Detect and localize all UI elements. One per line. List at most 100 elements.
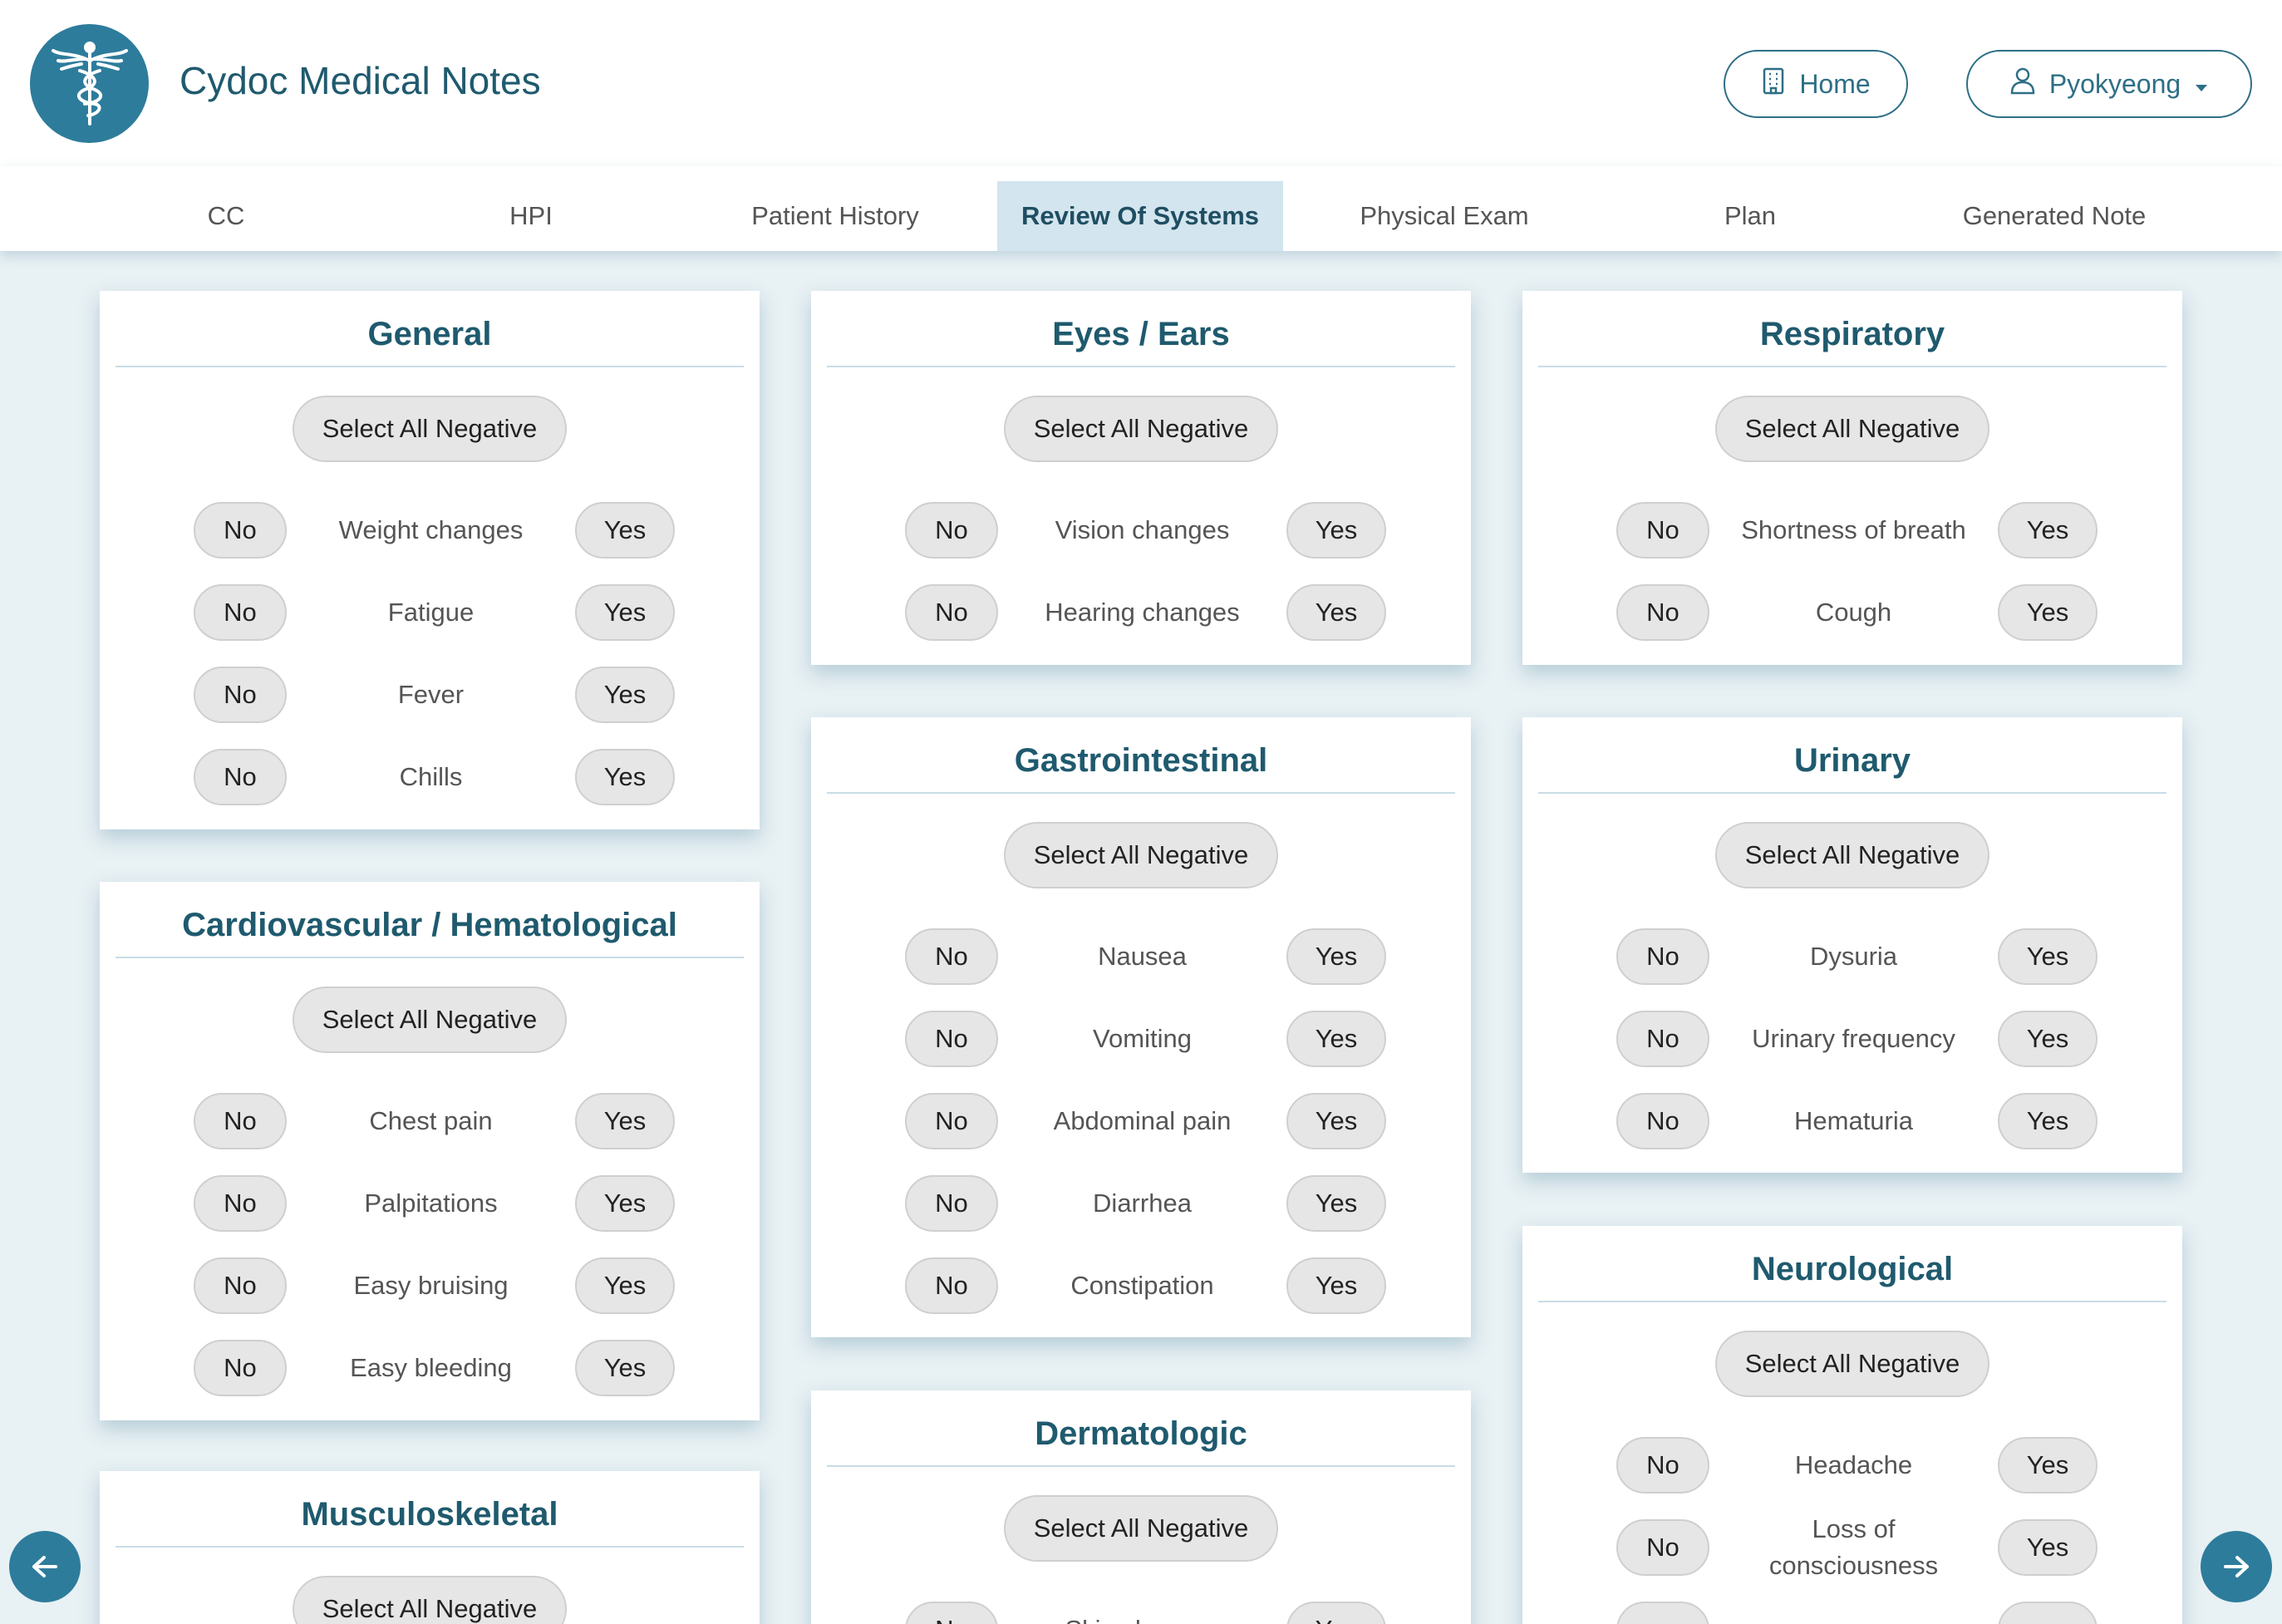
symptom-label: Nausea xyxy=(1098,942,1187,971)
symptom-label: Easy bleeding xyxy=(350,1353,512,1382)
tab-physical-exam[interactable]: Physical Exam xyxy=(1283,181,1606,251)
yes-button[interactable]: Yes xyxy=(1286,1602,1386,1624)
no-button[interactable]: No xyxy=(194,502,287,559)
arrow-left-icon[interactable] xyxy=(9,1531,81,1602)
tab-cc[interactable]: CC xyxy=(0,181,452,251)
home-button[interactable]: Home xyxy=(1724,50,1908,118)
no-button[interactable]: No xyxy=(1616,584,1709,641)
ros-card-musculoskeletal: Musculoskeletal Select All Negative xyxy=(100,1471,760,1624)
no-button[interactable]: No xyxy=(905,1093,998,1149)
select-all-negative-button[interactable]: Select All Negative xyxy=(1004,1495,1278,1562)
yes-button[interactable]: Yes xyxy=(1286,1175,1386,1232)
no-button[interactable]: No xyxy=(194,1340,287,1396)
yes-button[interactable]: Yes xyxy=(575,1175,675,1232)
tab-hpi[interactable]: HPI xyxy=(452,181,610,251)
tab-generated-note[interactable]: Generated Note xyxy=(1895,181,2214,251)
symptom-row: No Nausea Yes xyxy=(811,928,1471,985)
symptom-label: Fatigue xyxy=(387,598,475,627)
app-title: Cydoc Medical Notes xyxy=(180,59,541,102)
no-button[interactable]: No xyxy=(905,1011,998,1067)
ros-card-cardiovascular: Cardiovascular / Hematological Select Al… xyxy=(100,882,760,1420)
yes-button[interactable]: Yes xyxy=(1286,1011,1386,1067)
no-button[interactable]: No xyxy=(905,928,998,985)
yes-button[interactable]: Yes xyxy=(575,749,675,805)
no-button[interactable]: No xyxy=(1616,1093,1709,1149)
yes-button[interactable]: Yes xyxy=(1998,502,2098,559)
yes-button[interactable]: Yes xyxy=(1286,1257,1386,1314)
yes-button[interactable]: Yes xyxy=(575,1340,675,1396)
app-header: Cydoc Medical Notes Home Pyokyeong xyxy=(0,0,2282,166)
symptom-label: Chills xyxy=(399,762,463,791)
no-button[interactable]: No xyxy=(1616,1519,1709,1576)
no-button[interactable]: No xyxy=(194,749,287,805)
no-button[interactable]: No xyxy=(194,1175,287,1232)
card-title: Dermatologic xyxy=(827,1390,1455,1467)
ros-card-general: General Select All Negative No Weight ch… xyxy=(100,291,760,829)
no-button[interactable]: No xyxy=(1616,1011,1709,1067)
card-title: Gastrointestinal xyxy=(827,717,1455,794)
symptom-label: Dysuria xyxy=(1809,942,1898,971)
building-icon xyxy=(1761,66,1786,101)
symptom-row: No Fever Yes xyxy=(100,667,760,723)
symptom-row: No Fatigue Yes xyxy=(100,584,760,641)
symptom-row: No Loss of consciousness Yes xyxy=(1522,1514,2182,1580)
select-all-negative-button[interactable]: Select All Negative xyxy=(1715,822,1989,888)
yes-button[interactable]: Yes xyxy=(1286,584,1386,641)
yes-button[interactable]: Yes xyxy=(1998,584,2098,641)
symptom-label: Skin changes xyxy=(998,1602,1286,1624)
select-all-negative-button[interactable]: Select All Negative xyxy=(1004,396,1278,462)
caduceus-icon xyxy=(30,24,149,143)
symptom-label: Hematuria xyxy=(1794,1106,1913,1135)
symptom-row: No Headache Yes xyxy=(1522,1437,2182,1494)
yes-button[interactable]: Yes xyxy=(1998,1011,2098,1067)
tab-plan[interactable]: Plan xyxy=(1606,181,1895,251)
card-title: Urinary xyxy=(1538,717,2166,794)
tab-patient-history[interactable]: Patient History xyxy=(688,181,982,251)
yes-button[interactable]: Yes xyxy=(575,584,675,641)
yes-button[interactable]: Yes xyxy=(575,667,675,723)
yes-button[interactable]: Yes xyxy=(575,502,675,559)
symptom-row: No Urinary frequency Yes xyxy=(1522,1011,2182,1067)
select-all-negative-button[interactable]: Select All Negative xyxy=(1004,822,1278,888)
no-button[interactable]: No xyxy=(905,1602,998,1624)
card-title: Cardiovascular / Hematological xyxy=(116,882,744,958)
no-button[interactable]: No xyxy=(1616,502,1709,559)
yes-button[interactable]: Yes xyxy=(575,1093,675,1149)
no-button[interactable]: No xyxy=(194,667,287,723)
symptom-label: Constipation xyxy=(1070,1271,1214,1300)
yes-button[interactable]: Yes xyxy=(1998,1093,2098,1149)
symptom-row: No Vomiting Yes xyxy=(811,1011,1471,1067)
yes-button[interactable]: Yes xyxy=(1998,928,2098,985)
tab-review-of-systems[interactable]: Review Of Systems xyxy=(997,181,1283,251)
select-all-negative-button[interactable]: Select All Negative xyxy=(293,1576,567,1624)
symptom-row: No Easy bruising Yes xyxy=(100,1257,760,1314)
yes-button[interactable]: Yes xyxy=(1286,502,1386,559)
no-button[interactable]: No xyxy=(905,1257,998,1314)
no-button[interactable]: No xyxy=(905,502,998,559)
no-button[interactable]: No xyxy=(905,584,998,641)
select-all-negative-button[interactable]: Select All Negative xyxy=(1715,1331,1989,1397)
no-button[interactable]: No xyxy=(1616,928,1709,985)
no-button[interactable]: No xyxy=(905,1175,998,1232)
symptom-label: Abdominal pain xyxy=(1053,1106,1232,1135)
symptom-label: Headache xyxy=(1794,1450,1913,1479)
yes-button[interactable]: Yes xyxy=(1286,928,1386,985)
no-button[interactable] xyxy=(1616,1602,1709,1624)
card-title: Neurological xyxy=(1538,1226,2166,1302)
select-all-negative-button[interactable]: Select All Negative xyxy=(293,396,567,462)
user-menu-button[interactable]: Pyokyeong xyxy=(1966,50,2252,118)
yes-button[interactable]: Yes xyxy=(1998,1519,2098,1576)
select-all-negative-button[interactable]: Select All Negative xyxy=(293,987,567,1053)
select-all-negative-button[interactable]: Select All Negative xyxy=(1715,396,1989,462)
symptom-label: Fever xyxy=(397,680,465,709)
yes-button[interactable] xyxy=(1998,1602,2098,1624)
yes-button[interactable]: Yes xyxy=(575,1257,675,1314)
no-button[interactable]: No xyxy=(194,1093,287,1149)
no-button[interactable]: No xyxy=(194,1257,287,1314)
arrow-right-icon[interactable] xyxy=(2201,1531,2272,1602)
no-button[interactable]: No xyxy=(1616,1437,1709,1494)
yes-button[interactable]: Yes xyxy=(1998,1437,2098,1494)
no-button[interactable]: No xyxy=(194,584,287,641)
ros-card-dermatologic: Dermatologic Select All Negative No Skin… xyxy=(811,1390,1471,1624)
yes-button[interactable]: Yes xyxy=(1286,1093,1386,1149)
